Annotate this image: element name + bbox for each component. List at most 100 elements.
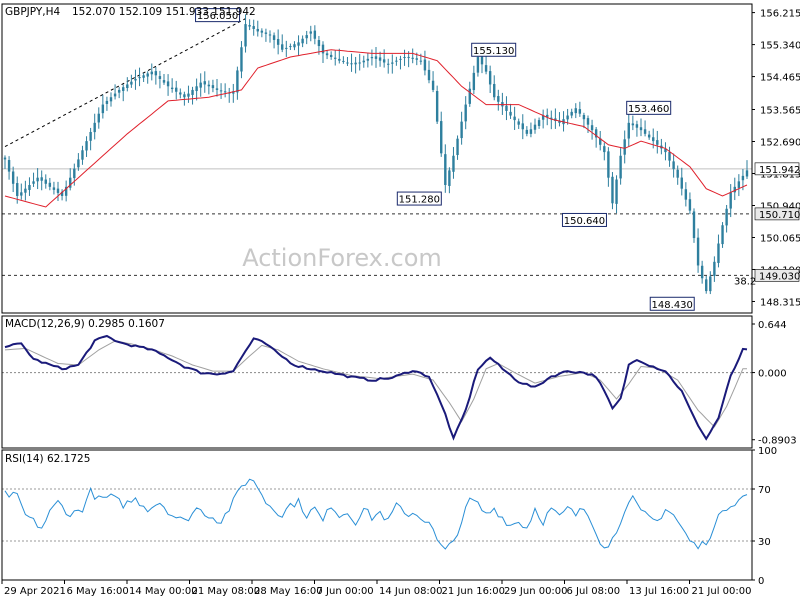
candle-body: [615, 179, 618, 204]
candle-body: [525, 129, 529, 134]
candle-body: [252, 26, 255, 29]
candle-body: [505, 105, 508, 111]
candle-body: [122, 87, 125, 91]
candle-body: [289, 46, 292, 48]
x-tick-label-2: 14 May 00:00: [129, 586, 198, 597]
candle-body: [537, 120, 541, 126]
candle-body: [40, 177, 43, 181]
candle-body: [73, 168, 76, 179]
y-tick-label-3: 153.565: [760, 105, 800, 116]
candle-body: [293, 44, 296, 48]
candle-body: [721, 225, 724, 245]
current-price-label: 151.942: [759, 165, 800, 176]
candle-body: [452, 155, 455, 172]
candle-body: [647, 134, 651, 138]
candle-body: [28, 185, 31, 190]
candle-body: [688, 199, 692, 211]
candle-body: [578, 109, 582, 114]
candle-body: [741, 175, 745, 181]
candle-body: [297, 42, 300, 46]
x-tick-label-6: 14 Jun 08:00: [379, 586, 443, 597]
candle-body: [334, 57, 337, 59]
annotation-label-3: 153.460: [628, 104, 669, 115]
candle-body: [513, 116, 516, 121]
rsi-tick-label-1: 70: [758, 485, 771, 496]
x-tick-label-11: 21 Jul 00:00: [692, 586, 752, 597]
candle-body: [211, 85, 215, 89]
candle-body: [399, 58, 402, 60]
candle-body: [93, 122, 96, 133]
candle-body: [570, 111, 573, 116]
candle-body: [207, 84, 211, 87]
candle-body: [696, 237, 700, 266]
candle-body: [529, 129, 533, 134]
candle-body: [448, 170, 451, 186]
candle-body: [16, 183, 19, 196]
candle-body: [456, 138, 459, 156]
candle-body: [366, 58, 370, 61]
level-1-label: 149.030: [759, 271, 800, 282]
candle-body: [52, 187, 56, 190]
x-tick-label-3: 21 May 08:00: [192, 586, 261, 597]
candle-body: [631, 123, 635, 126]
candle-body: [460, 121, 463, 139]
x-tick-label-0: 29 Apr 2021: [4, 586, 66, 597]
candle-body: [358, 62, 361, 64]
watermark: ActionForex.com: [242, 244, 442, 272]
y-tick-label-1: 155.340: [760, 41, 800, 52]
candle-body: [117, 89, 121, 93]
candle-body: [109, 97, 113, 102]
chart-ohlc: 152.070 152.109 151.933 151.942: [72, 6, 256, 18]
candle-body: [427, 69, 431, 81]
candle-body: [374, 56, 378, 59]
candle-body: [276, 39, 280, 45]
candle-body: [3, 157, 7, 160]
candle-body: [431, 80, 435, 90]
candle-body: [97, 113, 100, 123]
candle-body: [745, 170, 749, 177]
candle-body: [566, 115, 569, 120]
macd-tick-label-1: 0.000: [758, 369, 787, 380]
candle-body: [480, 56, 484, 65]
candle-body: [574, 108, 577, 114]
candle-body: [113, 93, 117, 97]
candle-body: [488, 71, 492, 85]
candle-body: [342, 60, 345, 62]
candle-body: [415, 58, 418, 60]
candle-body: [195, 86, 198, 92]
candle-body: [329, 54, 333, 58]
chart-symbol: GBPJPY,H4: [5, 6, 61, 18]
candle-body: [639, 127, 643, 131]
candle-body: [317, 40, 321, 47]
candle-body: [305, 35, 308, 39]
candle-body: [607, 151, 610, 178]
candle-body: [338, 58, 341, 61]
candle-body: [509, 111, 512, 116]
candle-body: [709, 276, 712, 292]
candle-body: [582, 115, 586, 120]
candle-body: [321, 44, 325, 54]
annotation-label-4: 150.640: [564, 216, 605, 227]
candle-body: [362, 60, 365, 63]
candle-body: [435, 91, 439, 122]
candle-body: [676, 169, 679, 178]
candle-body: [85, 141, 88, 151]
x-tick-label-9: 6 Jul 08:00: [567, 586, 621, 597]
x-tick-label-7: 21 Jun 16:00: [442, 586, 506, 597]
candle-body: [56, 188, 60, 193]
candle-body: [586, 118, 590, 125]
rsi-tick-label-3: 0: [758, 576, 764, 587]
candle-body: [623, 139, 626, 155]
candle-body: [619, 155, 622, 179]
candle-body: [643, 129, 647, 134]
candle-body: [729, 192, 732, 209]
candle-body: [223, 91, 227, 93]
candle-body: [175, 87, 178, 92]
y-tick-label-7: 150.065: [760, 233, 800, 244]
candle-body: [346, 62, 349, 64]
candle-body: [627, 122, 630, 139]
candle-body: [590, 125, 594, 131]
candle-body: [264, 32, 268, 34]
candle-body: [407, 56, 410, 58]
candle-body: [395, 60, 398, 62]
